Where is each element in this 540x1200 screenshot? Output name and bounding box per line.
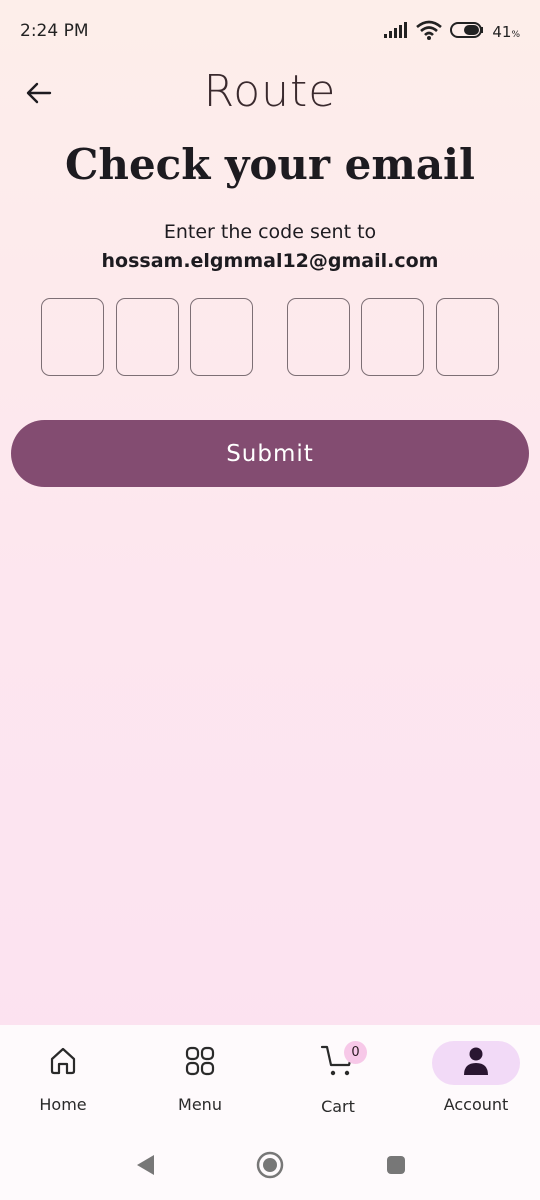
nav-label-home: Home <box>39 1095 87 1114</box>
home-icon <box>47 1045 79 1081</box>
nav-item-home[interactable]: Home <box>3 1041 123 1131</box>
battery-value: 41 <box>492 23 512 41</box>
system-home-button[interactable] <box>255 1151 285 1183</box>
battery-icon <box>450 21 484 43</box>
status-bar: 2:24 PM 41% <box>0 0 540 64</box>
nav-item-menu[interactable]: Menu <box>140 1041 260 1131</box>
code-digit-2[interactable] <box>116 298 179 376</box>
battery-percent: 41% <box>492 23 520 41</box>
email-address: hossam.elgmmal12@gmail.com <box>101 250 439 272</box>
nav-label-cart: Cart <box>321 1097 355 1116</box>
person-icon <box>462 1046 490 1080</box>
battery-unit: % <box>511 30 520 40</box>
nav-label-menu: Menu <box>178 1095 222 1114</box>
route-logo: Route <box>203 66 337 117</box>
code-digit-1[interactable] <box>41 298 104 376</box>
code-digit-4[interactable] <box>287 298 350 376</box>
nav-icon-container: 0 <box>294 1041 382 1085</box>
system-back-button[interactable] <box>130 1152 160 1182</box>
back-triangle-icon <box>134 1153 156 1181</box>
page-title: Check your email <box>65 140 475 189</box>
nav-label-account: Account <box>443 1095 509 1114</box>
code-digit-6[interactable] <box>436 298 499 376</box>
code-digit-3[interactable] <box>190 298 253 376</box>
nav-icon-container <box>19 1041 107 1085</box>
cart-badge: 0 <box>344 1041 367 1064</box>
recents-square-icon <box>385 1154 407 1180</box>
signal-icon <box>384 22 408 42</box>
grid-icon <box>184 1045 216 1081</box>
submit-button[interactable]: Submit <box>11 420 529 487</box>
top-bar: Route <box>0 64 540 128</box>
nav-item-cart[interactable]: 0 Cart <box>278 1041 398 1131</box>
system-recents-button[interactable] <box>381 1152 411 1182</box>
instruction-text: Enter the code sent to <box>163 221 377 243</box>
nav-icon-container <box>156 1041 244 1085</box>
code-digit-5[interactable] <box>361 298 424 376</box>
status-time: 2:24 PM <box>20 21 89 41</box>
nav-item-account[interactable]: Account <box>416 1041 536 1131</box>
wifi-icon <box>416 20 443 44</box>
status-icons: 41% <box>384 20 520 44</box>
home-circle-icon <box>256 1151 284 1183</box>
nav-icon-container-active <box>432 1041 520 1085</box>
